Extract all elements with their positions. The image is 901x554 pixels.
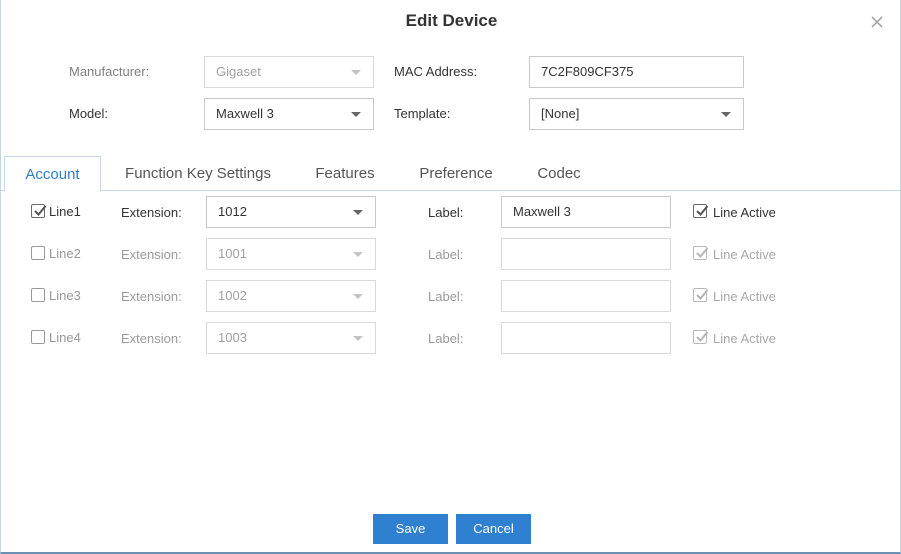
chevron-down-icon — [351, 112, 361, 117]
line1-checkbox[interactable] — [31, 204, 47, 218]
save-button[interactable]: Save — [373, 514, 448, 544]
template-label: Template: — [394, 106, 451, 121]
mac-address-label: MAC Address: — [394, 64, 478, 79]
mac-address-input[interactable]: 7C2F809CF375 — [529, 56, 744, 88]
line1-active-label: Line Active — [713, 205, 776, 220]
checkmark-icon — [696, 205, 709, 216]
template-select[interactable]: [None] — [529, 98, 744, 130]
line1-extension-select[interactable]: 1012 — [206, 196, 376, 228]
line4-label-label: Label: — [428, 331, 464, 346]
line3-active-label: Line Active — [713, 289, 776, 304]
line3-label-label: Label: — [428, 289, 464, 304]
manufacturer-label: Manufacturer: — [69, 64, 150, 79]
chevron-down-icon — [353, 210, 363, 215]
line2-extension-value: 1001 — [218, 246, 247, 261]
manufacturer-select[interactable]: Gigaset — [204, 56, 374, 88]
tab-bar: Account Function Key Settings Features P… — [1, 156, 900, 192]
tab-codec[interactable]: Codec — [523, 156, 595, 191]
line1-extension-value: 1012 — [218, 204, 247, 219]
line2-extension-select[interactable]: 1001 — [206, 238, 376, 270]
tab-account[interactable]: Account — [4, 156, 101, 192]
manufacturer-value: Gigaset — [216, 64, 261, 79]
line3-checkbox[interactable] — [31, 288, 45, 302]
line1-label-input[interactable]: Maxwell 3 — [501, 196, 671, 228]
line2-active-checkbox[interactable] — [693, 246, 709, 260]
line2-label: Line2 — [49, 246, 81, 261]
checkmark-icon — [696, 331, 709, 342]
chevron-down-icon — [353, 336, 363, 341]
chevron-down-icon — [721, 112, 731, 117]
checkmark-icon — [696, 289, 709, 300]
line2-extension-label: Extension: — [121, 247, 182, 262]
line2-label-label: Label: — [428, 247, 464, 262]
line3-extension-label: Extension: — [121, 289, 182, 304]
model-select[interactable]: Maxwell 3 — [204, 98, 374, 130]
line4-checkbox[interactable] — [31, 330, 45, 344]
model-label: Model: — [69, 106, 109, 121]
line3-extension-select[interactable]: 1002 — [206, 280, 376, 312]
line4-active-label: Line Active — [713, 331, 776, 346]
chevron-down-icon — [353, 252, 363, 257]
template-value: [None] — [541, 106, 580, 121]
tab-features[interactable]: Features — [303, 156, 387, 191]
line4-extension-value: 1003 — [218, 330, 247, 345]
line4-extension-label: Extension: — [121, 331, 182, 346]
line4-label: Line4 — [49, 330, 81, 345]
line3-active-checkbox[interactable] — [693, 288, 709, 302]
line1-active-checkbox[interactable] — [693, 204, 709, 218]
line1-label: Line1 — [49, 204, 81, 219]
line3-extension-value: 1002 — [218, 288, 247, 303]
tab-function-key-settings[interactable]: Function Key Settings — [113, 156, 283, 191]
close-icon[interactable] — [867, 12, 887, 32]
checkmark-icon — [696, 247, 709, 258]
line1-extension-label: Extension: — [121, 205, 182, 220]
line4-label-input[interactable] — [501, 322, 671, 354]
line1-label-label: Label: — [428, 205, 464, 220]
tab-preference[interactable]: Preference — [407, 156, 505, 191]
line4-extension-select[interactable]: 1003 — [206, 322, 376, 354]
line2-active-label: Line Active — [713, 247, 776, 262]
chevron-down-icon — [351, 70, 361, 75]
chevron-down-icon — [353, 294, 363, 299]
checkmark-icon — [34, 205, 47, 216]
edit-device-dialog: Edit Device Manufacturer: Gigaset MAC Ad… — [0, 0, 901, 554]
line3-label-input[interactable] — [501, 280, 671, 312]
line2-checkbox[interactable] — [31, 246, 45, 260]
cancel-button[interactable]: Cancel — [456, 514, 531, 544]
model-value: Maxwell 3 — [216, 106, 274, 121]
line2-label-input[interactable] — [501, 238, 671, 270]
line4-active-checkbox[interactable] — [693, 330, 709, 344]
line3-label: Line3 — [49, 288, 81, 303]
dialog-title: Edit Device — [405, 11, 498, 30]
